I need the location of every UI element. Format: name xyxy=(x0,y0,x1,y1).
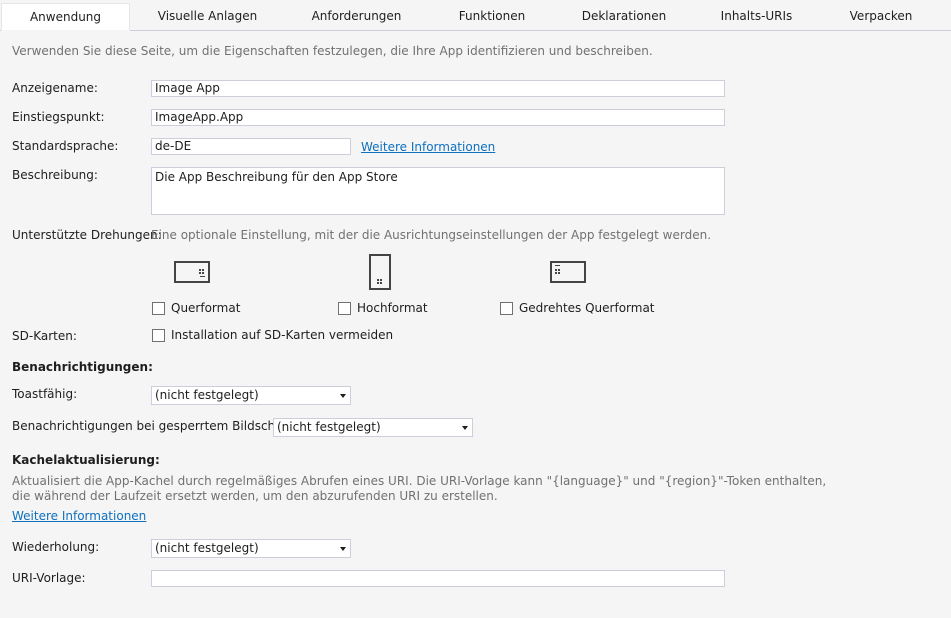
chevron-down-icon xyxy=(462,426,468,430)
tab-anwendung[interactable]: Anwendung xyxy=(1,3,130,31)
lock-screen-select[interactable]: (nicht festgelegt) xyxy=(273,418,473,437)
entry-point-label: Einstiegspunkt: xyxy=(12,110,105,124)
recurrence-label: Wiederholung: xyxy=(12,540,100,554)
sd-cards-checkbox-label: Installation auf SD-Karten vermeiden xyxy=(171,328,394,342)
tab-funktionen[interactable]: Funktionen xyxy=(440,3,544,31)
portrait-device-icon xyxy=(369,254,391,290)
tile-update-desc-line2: die während der Laufzeit ersetzt werden,… xyxy=(12,489,498,503)
recurrence-select[interactable]: (nicht festgelegt) xyxy=(151,539,351,558)
tab-visuelle-anlagen[interactable]: Visuelle Anlagen xyxy=(140,3,275,31)
toast-select-value: (nicht festgelegt) xyxy=(155,388,259,402)
description-textarea[interactable]: Die App Beschreibung für den App Store xyxy=(151,167,725,215)
sd-cards-checkbox[interactable] xyxy=(152,329,165,342)
notifications-heading: Benachrichtigungen: xyxy=(12,360,153,374)
landscape-device-icon xyxy=(174,261,210,283)
chevron-down-icon xyxy=(340,394,346,398)
entry-point-input[interactable]: ImageApp.App xyxy=(151,109,725,126)
intro-text: Verwenden Sie diese Seite, um die Eigens… xyxy=(12,44,653,58)
tile-update-desc-line1: Aktualisiert die App-Kachel durch regelm… xyxy=(12,474,827,488)
tile-update-heading: Kachelaktualisierung: xyxy=(12,453,160,467)
tab-verpacken[interactable]: Verpacken xyxy=(836,3,926,31)
recurrence-select-value: (nicht festgelegt) xyxy=(155,541,259,555)
default-language-input[interactable]: de-DE xyxy=(151,138,351,155)
landscape-checkbox-label: Querformat xyxy=(171,301,241,315)
tab-inhalts-uris[interactable]: Inhalts-URIs xyxy=(705,3,808,31)
language-more-info-link[interactable]: Weitere Informationen xyxy=(361,140,495,154)
tab-divider xyxy=(0,30,951,31)
description-label: Beschreibung: xyxy=(12,168,98,182)
landscape-flipped-checkbox-label: Gedrehtes Querformat xyxy=(519,301,655,315)
rotations-label: Unterstützte Drehungen: xyxy=(12,228,162,242)
portrait-checkbox-label: Hochformat xyxy=(357,301,428,315)
uri-template-label: URI-Vorlage: xyxy=(12,571,86,585)
tab-deklarationen[interactable]: Deklarationen xyxy=(565,3,683,31)
display-name-label: Anzeigename: xyxy=(12,81,98,95)
uri-template-input[interactable] xyxy=(151,570,725,587)
sd-cards-label: SD-Karten: xyxy=(12,329,77,343)
lock-screen-select-value: (nicht festgelegt) xyxy=(277,420,381,434)
toast-label: Toastfähig: xyxy=(12,387,78,401)
default-language-label: Standardsprache: xyxy=(12,139,119,153)
tab-anforderungen[interactable]: Anforderungen xyxy=(285,3,428,31)
portrait-checkbox[interactable] xyxy=(338,302,351,315)
toast-select[interactable]: (nicht festgelegt) xyxy=(151,386,351,405)
tab-bar: Anwendung Visuelle Anlagen Anforderungen… xyxy=(0,0,951,31)
rotations-hint: Eine optionale Einstellung, mit der die … xyxy=(151,228,712,242)
display-name-input[interactable]: Image App xyxy=(151,80,725,97)
chevron-down-icon xyxy=(340,547,346,551)
tile-more-info-link[interactable]: Weitere Informationen xyxy=(12,509,146,523)
landscape-flipped-checkbox[interactable] xyxy=(500,302,513,315)
landscape-flipped-device-icon xyxy=(550,261,586,283)
landscape-checkbox[interactable] xyxy=(152,302,165,315)
lock-screen-label: Benachrichtigungen bei gesperrtem Bildsc… xyxy=(12,419,299,433)
